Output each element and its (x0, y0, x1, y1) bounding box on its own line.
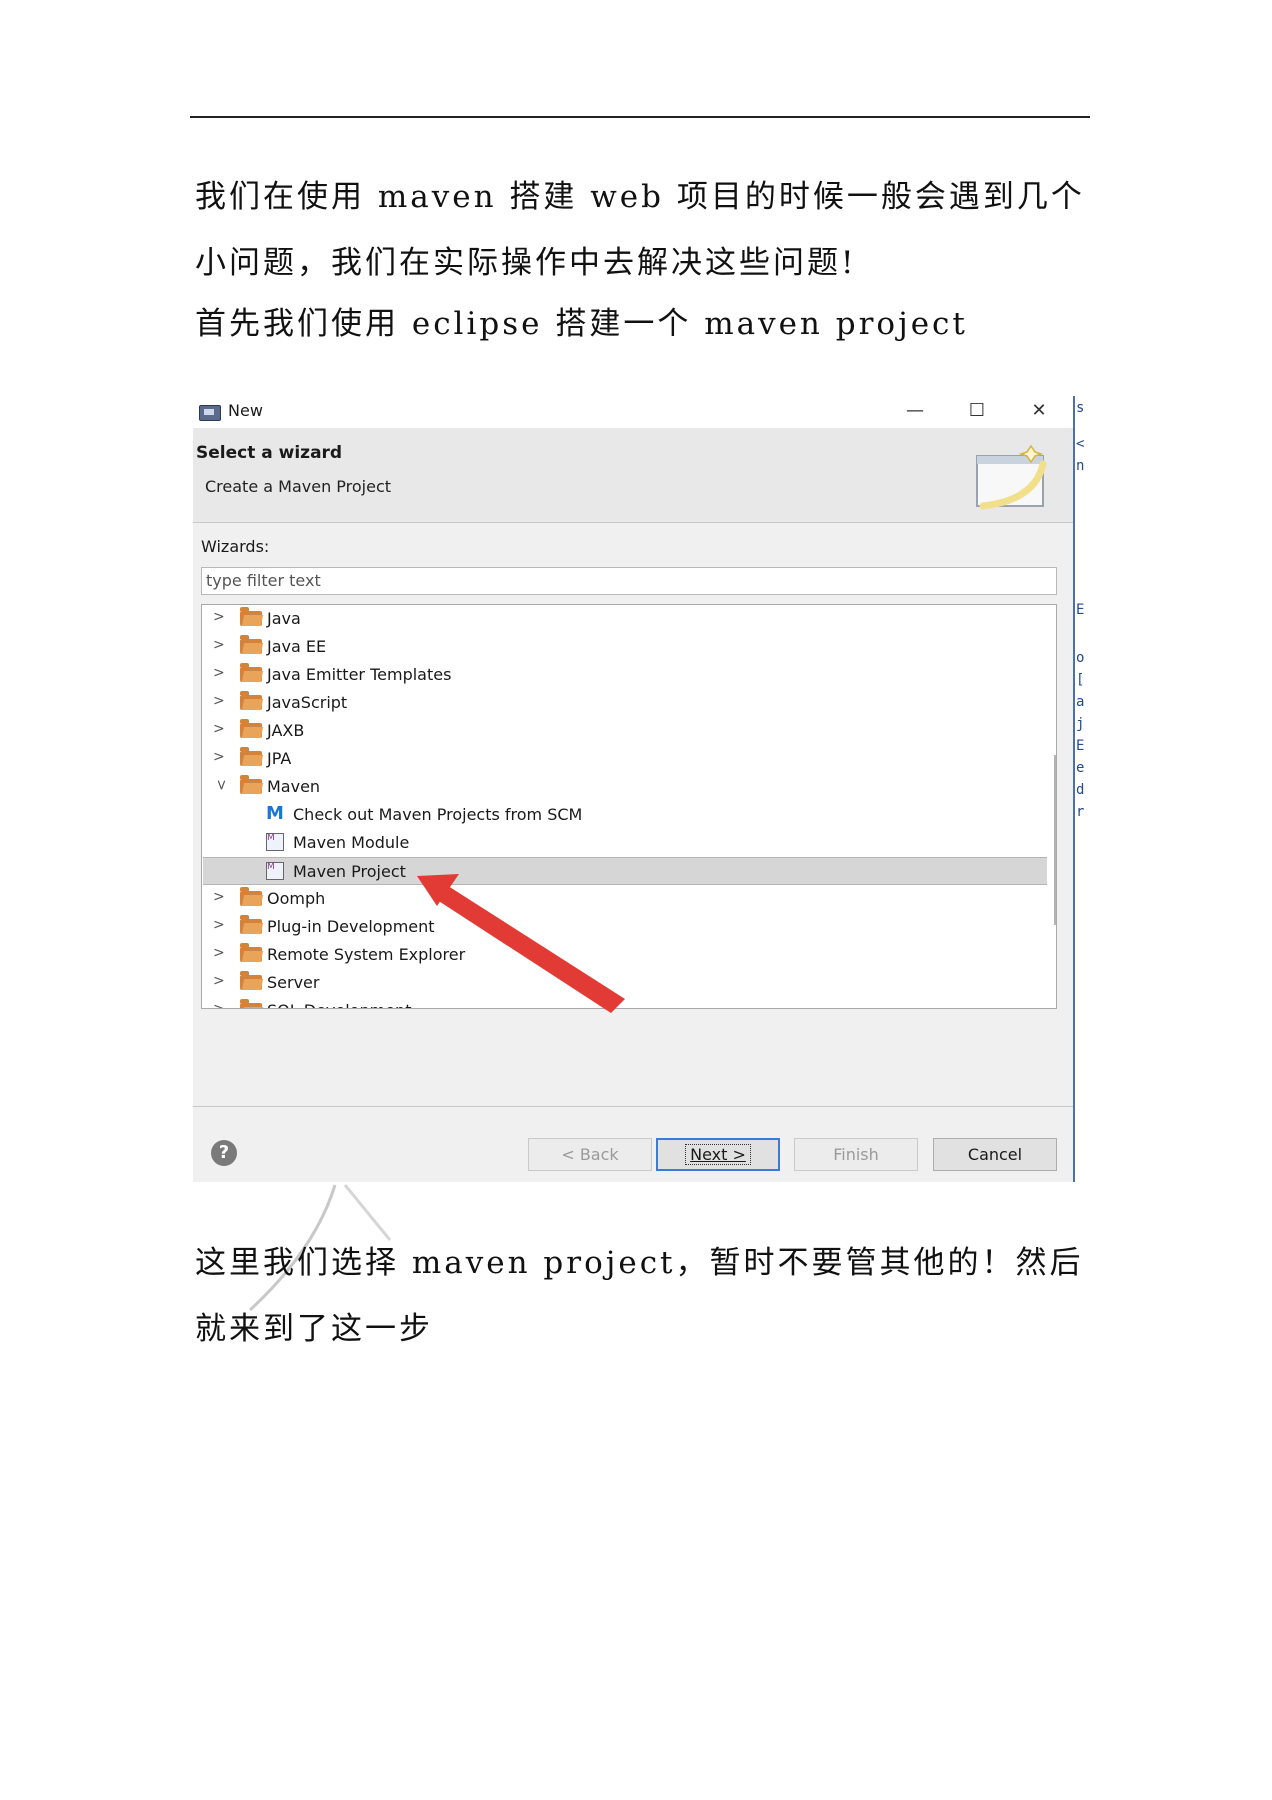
intro-paragraph: 我们在使用 maven 搭建 web 项目的时候一般会遇到几个小问题，我们在实际… (195, 179, 1085, 281)
folder-icon (240, 747, 262, 766)
maven-project-icon: M (266, 862, 284, 880)
header-title: Select a wizard (196, 443, 343, 463)
wizards-label: Wizards: (201, 537, 270, 556)
header-rule (190, 116, 1090, 118)
next-button[interactable]: Next > (656, 1138, 780, 1171)
maven-m-icon: M (266, 803, 284, 824)
tree-item-label: Java (267, 609, 301, 628)
chevron-right-icon[interactable]: > (213, 693, 225, 709)
title-bar: New — ☐ ✕ (193, 396, 1073, 428)
maven-module-icon: M (266, 833, 284, 851)
step-paragraph: 首先我们使用 eclipse 搭建一个 maven project (195, 306, 968, 342)
folder-icon (240, 719, 262, 738)
folder-icon (240, 635, 262, 654)
tree-item-label: Java Emitter Templates (267, 665, 452, 684)
tree-item-jaxb[interactable]: > JAXB (203, 717, 1047, 745)
tree-item-sql-development[interactable]: > SQL Development (203, 997, 1047, 1008)
chevron-right-icon[interactable]: > (213, 1001, 225, 1008)
chevron-right-icon[interactable]: > (213, 889, 225, 905)
eclipse-new-wizard-screenshot: New — ☐ ✕ Select a wizard Create a Maven… (193, 396, 1087, 1182)
tree-item-label: Oomph (267, 889, 326, 908)
tree-item-label: Maven (267, 777, 321, 796)
tree-item-label: SQL Development (267, 1001, 411, 1008)
wizard-body: Wizards: type filter text > Java > Java … (193, 523, 1073, 1106)
tree-item-maven-project[interactable]: M Maven Project (203, 857, 1047, 885)
chevron-right-icon[interactable]: > (213, 945, 225, 961)
minimize-button[interactable]: — (893, 396, 937, 428)
wizard-tree[interactable]: > Java > Java EE > Java Emitter Template… (201, 604, 1057, 1009)
tree-item-java-ee[interactable]: > Java EE (203, 633, 1047, 661)
chevron-right-icon[interactable]: > (213, 665, 225, 681)
chevron-right-icon[interactable]: > (213, 973, 225, 989)
background-editor-edge: s < n E o [ a j E e d r (1073, 396, 1087, 1182)
window-title: New (228, 401, 263, 420)
chevron-right-icon[interactable]: > (213, 917, 225, 933)
tree-item-maven-module[interactable]: M Maven Module (203, 829, 1047, 857)
filter-input[interactable]: type filter text (201, 567, 1057, 595)
wizard-banner-icon (976, 444, 1047, 510)
wizard-header: Select a wizard Create a Maven Project (193, 428, 1073, 523)
tree-item-label: Plug-in Development (267, 917, 435, 936)
tree-item-remote-system-explorer[interactable]: > Remote System Explorer (203, 941, 1047, 969)
folder-icon (240, 999, 262, 1008)
folder-icon (240, 887, 262, 906)
folder-icon (240, 663, 262, 682)
tree-item-label: JavaScript (267, 693, 348, 712)
tree-scrollbar[interactable] (1054, 755, 1056, 925)
close-button[interactable]: ✕ (1017, 396, 1061, 428)
footer-divider (193, 1106, 1073, 1107)
folder-icon (240, 915, 262, 934)
tree-item-label: Maven Project (293, 862, 406, 881)
tree-item-label: Maven Module (293, 833, 410, 852)
tree-item-label: JAXB (267, 721, 305, 740)
tree-item-label: Java EE (267, 637, 327, 656)
tree-item-java[interactable]: > Java (203, 605, 1047, 633)
tree-item-label: Remote System Explorer (267, 945, 466, 964)
tree-item-label: Server (267, 973, 320, 992)
tree-item-oomph[interactable]: > Oomph (203, 885, 1047, 913)
tree-item-java-emitter-templates[interactable]: > Java Emitter Templates (203, 661, 1047, 689)
tree-item-jpa[interactable]: > JPA (203, 745, 1047, 773)
tree-item-server[interactable]: > Server (203, 969, 1047, 997)
finish-button[interactable]: Finish (794, 1138, 918, 1171)
cancel-button[interactable]: Cancel (933, 1138, 1057, 1171)
tree-item-label: Check out Maven Projects from SCM (293, 805, 583, 824)
folder-icon (240, 691, 262, 710)
conclusion-paragraph: 这里我们选择 maven project，暂时不要管其他的！然后就来到了这一步 (195, 1245, 1084, 1347)
eclipse-app-icon (199, 405, 221, 421)
chevron-right-icon[interactable]: > (213, 637, 225, 653)
maximize-button[interactable]: ☐ (955, 396, 999, 428)
folder-icon (240, 943, 262, 962)
chevron-right-icon[interactable]: > (213, 749, 225, 765)
folder-open-icon (240, 775, 262, 794)
chevron-right-icon[interactable]: > (213, 721, 225, 737)
chevron-right-icon[interactable]: > (213, 609, 225, 625)
header-subtitle: Create a Maven Project (205, 477, 392, 496)
back-button[interactable]: < Back (528, 1138, 652, 1171)
chevron-down-icon[interactable]: > (213, 779, 229, 791)
tree-item-plugin-development[interactable]: > Plug-in Development (203, 913, 1047, 941)
tree-item-checkout-maven-scm[interactable]: M Check out Maven Projects from SCM (203, 801, 1047, 829)
folder-icon (240, 971, 262, 990)
next-button-label: Next > (685, 1144, 751, 1165)
tree-item-label: JPA (267, 749, 292, 768)
tree-item-maven[interactable]: > Maven (203, 773, 1047, 801)
tree-item-javascript[interactable]: > JavaScript (203, 689, 1047, 717)
folder-icon (240, 607, 262, 626)
help-icon[interactable]: ? (211, 1140, 237, 1166)
